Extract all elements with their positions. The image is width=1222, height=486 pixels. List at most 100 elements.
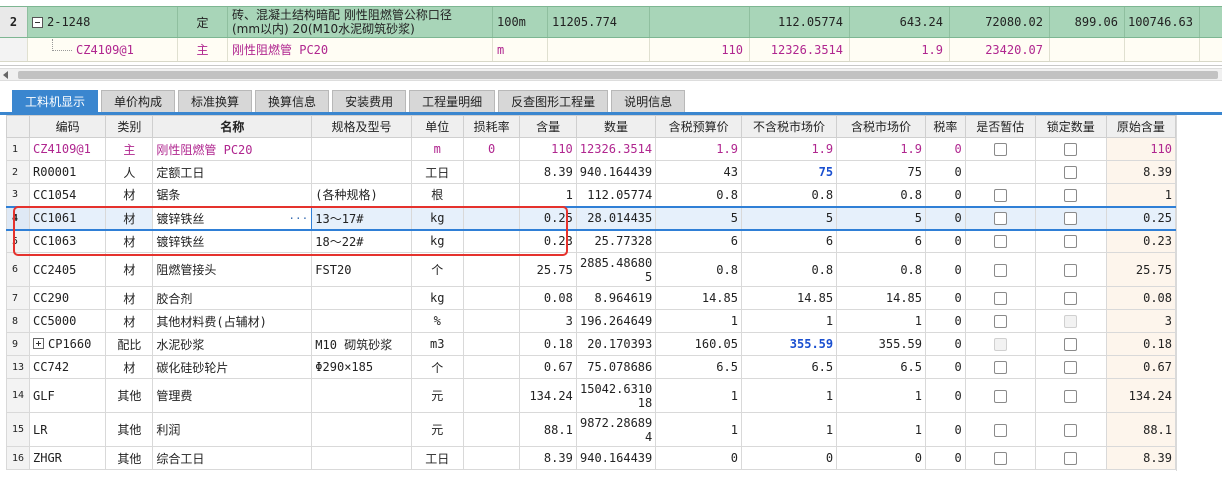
cell-category[interactable]: 其他 [105,378,154,413]
table-row[interactable]: 2 R00001 人 定额工日 工日 8.39 940.164439 43 75… [6,160,1177,184]
cell-tax-rate[interactable]: 0 [925,229,966,253]
cell-original-content[interactable]: 8.39 [1105,160,1177,184]
cell-spec[interactable] [311,286,412,310]
cell-quantity[interactable]: 8.964619 [575,286,657,310]
cell-category[interactable]: 材 [105,183,154,207]
cell-taxed-market-price[interactable]: 6 [836,229,926,253]
provisional-checkbox[interactable] [993,361,1007,374]
collapse-icon[interactable] [32,16,43,28]
cell-unit[interactable]: kg [410,205,464,231]
table-row[interactable]: 13 CC742 材 碳化硅砂轮片 Φ290×185 个 0.67 75.078… [6,355,1177,379]
lock-quantity-checkbox[interactable] [1064,212,1078,225]
cell-original-content[interactable]: 8.39 [1105,446,1177,470]
cell-taxed-budget-price[interactable]: 0.8 [655,183,742,207]
provisional-checkbox[interactable] [993,292,1007,305]
tab-conversion-info[interactable]: 换算信息 [255,90,330,112]
cell-tax-rate[interactable]: 0 [925,355,966,379]
cell-taxed-budget-price[interactable]: 43 [655,160,742,184]
cell-tax-rate[interactable]: 0 [925,252,966,287]
tab-quantity-details[interactable]: 工程量明细 [409,90,496,112]
lock-quantity-checkbox[interactable] [1064,143,1078,156]
table-row[interactable]: 16 ZHGR 其他 综合工日 工日 8.39 940.164439 0 0 0… [6,446,1177,470]
header-tax-rate[interactable]: 税率 [925,115,966,138]
cell-code[interactable]: CC2405 [28,252,107,287]
cell-unit[interactable]: % [410,309,464,333]
cell-name[interactable]: 定额工日 [152,160,313,184]
cell-spec[interactable] [311,446,412,470]
cell-loss-rate[interactable] [462,355,521,379]
header-is-provisional[interactable]: 是否暂估 [964,115,1036,138]
cell-untaxed-market-price[interactable]: 1.9 [740,137,838,161]
cell-spec[interactable]: M10 砌筑砂浆 [311,332,412,356]
quota-row[interactable]: 2 2-1248 定 砖、混凝土结构暗配 刚性阻燃管公称口径 (mm以内) 20… [0,6,1222,38]
cell-loss-rate[interactable] [462,309,521,333]
provisional-checkbox[interactable] [993,315,1007,328]
provisional-checkbox[interactable] [993,212,1007,225]
header-taxed-market-price[interactable]: 含税市场价 [836,115,926,138]
cell-tax-rate[interactable]: 0 [925,309,966,333]
table-row[interactable]: 8 CC5000 材 其他材料费(占辅材) % 3 196.264649 1 1… [6,309,1177,333]
cell-loss-rate[interactable] [462,229,521,253]
cell-taxed-budget-price[interactable]: 6.5 [655,355,742,379]
cell-code[interactable]: R00001 [28,160,107,184]
cell-original-content[interactable]: 1 [1105,183,1177,207]
provisional-checkbox[interactable] [993,452,1007,465]
cell-content[interactable]: 8.39 [519,160,577,184]
cell-untaxed-market-price[interactable]: 6.5 [740,355,838,379]
cell-untaxed-market-price[interactable]: 0 [740,446,838,470]
cell-original-content[interactable]: 110 [1105,137,1177,161]
cell-code[interactable]: CC1063 [28,229,107,253]
cell-name[interactable]: 综合工日 [152,446,313,470]
table-row[interactable]: 5 CC1063 材 镀锌铁丝 18～22# kg 0.23 25.77328 … [6,229,1177,253]
cell-loss-rate[interactable] [462,160,521,184]
cell-taxed-budget-price[interactable]: 6 [655,229,742,253]
cell-code[interactable]: GLF [28,378,107,413]
cell-spec[interactable] [311,378,412,413]
cell-untaxed-market-price[interactable]: 1 [740,309,838,333]
cell-name[interactable]: 利润 [152,412,313,447]
cell-content[interactable]: 110 [519,137,577,161]
cell-original-content[interactable]: 134.24 [1105,378,1177,413]
cell-quantity[interactable]: 2885.48680 5 [575,252,657,287]
cell-loss-rate[interactable] [462,286,521,310]
cell-name-editing[interactable]: 镀锌铁丝 ··· [152,205,313,231]
cell-name[interactable]: 碳化硅砂轮片 [152,355,313,379]
cell-original-content[interactable]: 88.1 [1105,412,1177,447]
cell-spec[interactable]: 18～22# [311,229,412,253]
cell-category[interactable]: 材 [105,355,154,379]
cell-tax-rate[interactable]: 0 [925,286,966,310]
cell-category[interactable]: 材 [105,205,154,231]
cell-original-content[interactable]: 25.75 [1105,252,1177,287]
cell-category[interactable]: 材 [105,309,154,333]
lock-quantity-checkbox[interactable] [1064,338,1078,351]
cell-taxed-market-price[interactable]: 6.5 [836,355,926,379]
lock-quantity-checkbox[interactable] [1064,452,1078,465]
cell-untaxed-market-price[interactable]: 75 [740,160,838,184]
header-quantity[interactable]: 数量 [575,115,657,138]
provisional-checkbox[interactable] [993,235,1007,249]
cell-category[interactable]: 其他 [105,412,154,447]
table-row[interactable]: 9 CP1660 配比 水泥砂浆 M10 砌筑砂浆 m3 0.18 20.170… [6,332,1177,356]
cell-unit[interactable]: kg [410,229,464,253]
header-spec[interactable]: 规格及型号 [311,115,412,138]
cell-untaxed-market-price[interactable]: 0.8 [740,183,838,207]
provisional-checkbox[interactable] [993,423,1007,437]
cell-untaxed-market-price[interactable]: 14.85 [740,286,838,310]
lock-quantity-checkbox[interactable] [1064,166,1078,179]
cell-name[interactable]: 刚性阻燃管 PC20 [152,137,313,161]
cell-original-content[interactable]: 0.08 [1105,286,1177,310]
cell-content[interactable]: 3 [519,309,577,333]
cell-taxed-budget-price[interactable]: 1 [655,309,742,333]
tab-reverse-graphic-quantity[interactable]: 反查图形工程量 [498,90,609,112]
cell-unit[interactable]: 根 [410,183,464,207]
cell-quantity[interactable]: 20.170393 [575,332,657,356]
tab-unit-price-composition[interactable]: 单价构成 [101,90,176,112]
cell-untaxed-market-price[interactable]: 5 [740,205,838,231]
cell-tax-rate[interactable]: 0 [925,332,966,356]
cell-category[interactable]: 材 [105,252,154,287]
table-row[interactable]: 7 CC290 材 胶合剂 kg 0.08 8.964619 14.85 14.… [6,286,1177,310]
provisional-checkbox[interactable] [993,389,1007,403]
cell-spec[interactable] [311,309,412,333]
cell-loss-rate[interactable] [462,252,521,287]
cell-quantity[interactable]: 940.164439 [575,160,657,184]
